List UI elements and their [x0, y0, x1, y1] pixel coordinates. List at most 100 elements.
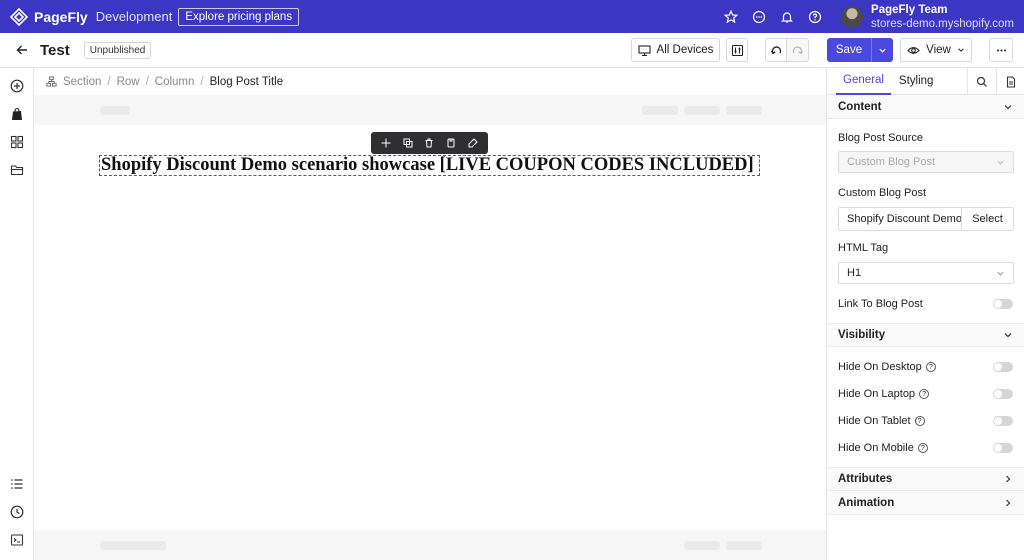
paint-icon[interactable]: [466, 136, 480, 150]
breadcrumb: Section / Row / Column / Blog Post Title: [34, 68, 826, 95]
breadcrumb-separator: /: [107, 75, 111, 88]
help-icon[interactable]: [801, 3, 829, 31]
account-info[interactable]: PageFly Team stores-demo.myshopify.com: [871, 3, 1014, 31]
visibility-section-header[interactable]: Visibility: [827, 323, 1024, 347]
layers-list-icon[interactable]: [9, 476, 25, 492]
account-name: PageFly Team: [871, 3, 948, 16]
html-tag-label: HTML Tag: [838, 242, 889, 254]
eye-icon: [907, 46, 920, 54]
delete-icon[interactable]: [422, 136, 436, 150]
selected-heading-element[interactable]: Shopify Discount Demo scenario showcase …: [99, 155, 760, 176]
folder-icon[interactable]: [9, 162, 25, 178]
breadcrumb-row[interactable]: Row: [117, 76, 140, 88]
animation-section-title: Animation: [838, 496, 895, 509]
move-icon[interactable]: [379, 136, 393, 150]
chat-icon[interactable]: [745, 3, 773, 31]
breadcrumb-current: Blog Post Title: [209, 75, 284, 88]
chevron-down-icon: [958, 48, 964, 52]
chevron-down-icon: [879, 48, 886, 53]
link-to-blog-post-toggle[interactable]: [993, 299, 1013, 309]
help-circle-icon[interactable]: ?: [914, 416, 925, 427]
blog-post-title[interactable]: Shopify Discount Demo scenario showcase …: [100, 155, 754, 176]
save-options-button[interactable]: [871, 38, 893, 62]
chevron-right-icon: [1006, 475, 1011, 483]
view-label: View: [926, 44, 951, 56]
chevron-down-icon: [997, 160, 1004, 165]
tab-general[interactable]: General: [836, 68, 891, 95]
chevron-right-icon: [1006, 499, 1011, 506]
hide-on-laptop-toggle[interactable]: [993, 389, 1013, 399]
redo-button[interactable]: [787, 38, 809, 62]
blog-post-source-label: Blog Post Source: [838, 132, 923, 144]
hide-on-desktop-toggle[interactable]: [993, 362, 1013, 372]
sliders-icon: [731, 44, 743, 56]
hide-on-desktop-text: Hide On Desktop: [838, 361, 922, 373]
brand[interactable]: PageFly Development: [9, 7, 172, 26]
hide-on-laptop-label: Hide On Laptop?: [827, 388, 940, 400]
help-circle-icon[interactable]: ?: [919, 389, 930, 400]
page-title[interactable]: Test: [40, 42, 70, 59]
html-tag-select[interactable]: H1: [838, 262, 1014, 284]
inspector-panel: General Styling Content Blog Post Source…: [826, 68, 1024, 560]
blog-post-source-select[interactable]: Custom Blog Post: [838, 151, 1014, 173]
search-icon[interactable]: [967, 68, 995, 95]
more-options-button[interactable]: [989, 38, 1013, 62]
chevron-down-icon: [1004, 104, 1012, 109]
chevron-down-icon: [1004, 333, 1012, 338]
breadcrumb-separator: /: [200, 75, 204, 88]
placeholder-bar: [726, 541, 762, 550]
duplicate-icon[interactable]: [401, 136, 415, 150]
arrow-left-icon: [16, 45, 27, 55]
canvas-header-placeholder: [34, 95, 826, 125]
all-devices-label: All Devices: [656, 44, 714, 56]
attributes-section-header[interactable]: Attributes: [827, 467, 1024, 491]
grid-apps-icon[interactable]: [9, 134, 25, 150]
editor-canvas[interactable]: Shopify Discount Demo scenario showcase …: [34, 95, 826, 560]
undo-button[interactable]: [765, 38, 787, 62]
back-button[interactable]: [10, 38, 34, 62]
placeholder-bar: [726, 106, 762, 115]
view-button[interactable]: View: [900, 38, 972, 62]
left-rail: [0, 68, 34, 560]
hide-on-mobile-toggle[interactable]: [993, 443, 1013, 453]
avatar[interactable]: [841, 5, 864, 28]
add-element-icon[interactable]: [9, 78, 25, 94]
star-icon[interactable]: [717, 3, 745, 31]
editor-toolbar: Test Unpublished All Devices Save View: [0, 33, 1024, 68]
breadcrumb-section[interactable]: Section: [63, 76, 101, 88]
history-clock-icon[interactable]: [9, 504, 25, 520]
undo-icon: [770, 45, 781, 54]
code-terminal-icon[interactable]: [9, 532, 25, 548]
save-button[interactable]: Save: [827, 38, 871, 62]
hide-on-tablet-toggle[interactable]: [993, 416, 1013, 426]
help-circle-icon[interactable]: ?: [917, 443, 928, 454]
animation-section-header[interactable]: Animation: [827, 491, 1024, 515]
html-tag-value: H1: [847, 267, 862, 279]
pagefly-logo-icon: [9, 7, 29, 26]
select-blog-post-button[interactable]: Select: [962, 207, 1014, 231]
shopify-bag-icon[interactable]: [9, 106, 25, 122]
tab-styling[interactable]: Styling: [891, 68, 942, 95]
monitor-icon: [637, 44, 651, 56]
all-devices-button[interactable]: All Devices: [631, 38, 720, 62]
hide-on-mobile-label: Hide On Mobile?: [827, 442, 939, 454]
element-toolbar: [371, 132, 488, 154]
document-icon[interactable]: [996, 68, 1024, 95]
placeholder-bar: [100, 541, 166, 550]
content-section-header[interactable]: Content: [827, 95, 1024, 119]
hide-on-tablet-label: Hide On Tablet?: [827, 415, 936, 427]
custom-blog-post-picker: Shopify Discount Demo scenario showcase …: [838, 207, 1014, 231]
save-group: Save: [827, 38, 893, 62]
redo-icon: [792, 45, 804, 54]
breadcrumb-column[interactable]: Column: [155, 76, 195, 88]
brand-name: PageFly: [34, 8, 88, 25]
help-circle-icon[interactable]: ?: [925, 362, 936, 373]
copy-style-icon[interactable]: [444, 136, 458, 150]
explore-pricing-button[interactable]: Explore pricing plans: [178, 7, 300, 26]
bell-icon[interactable]: [773, 3, 801, 31]
custom-blog-post-field[interactable]: Shopify Discount Demo scenario showcase …: [838, 207, 962, 231]
hide-on-desktop-label: Hide On Desktop?: [827, 361, 947, 373]
page-settings-button[interactable]: [726, 38, 748, 62]
breadcrumb-separator: /: [145, 75, 149, 88]
panel-tabs: General Styling: [827, 68, 1024, 95]
